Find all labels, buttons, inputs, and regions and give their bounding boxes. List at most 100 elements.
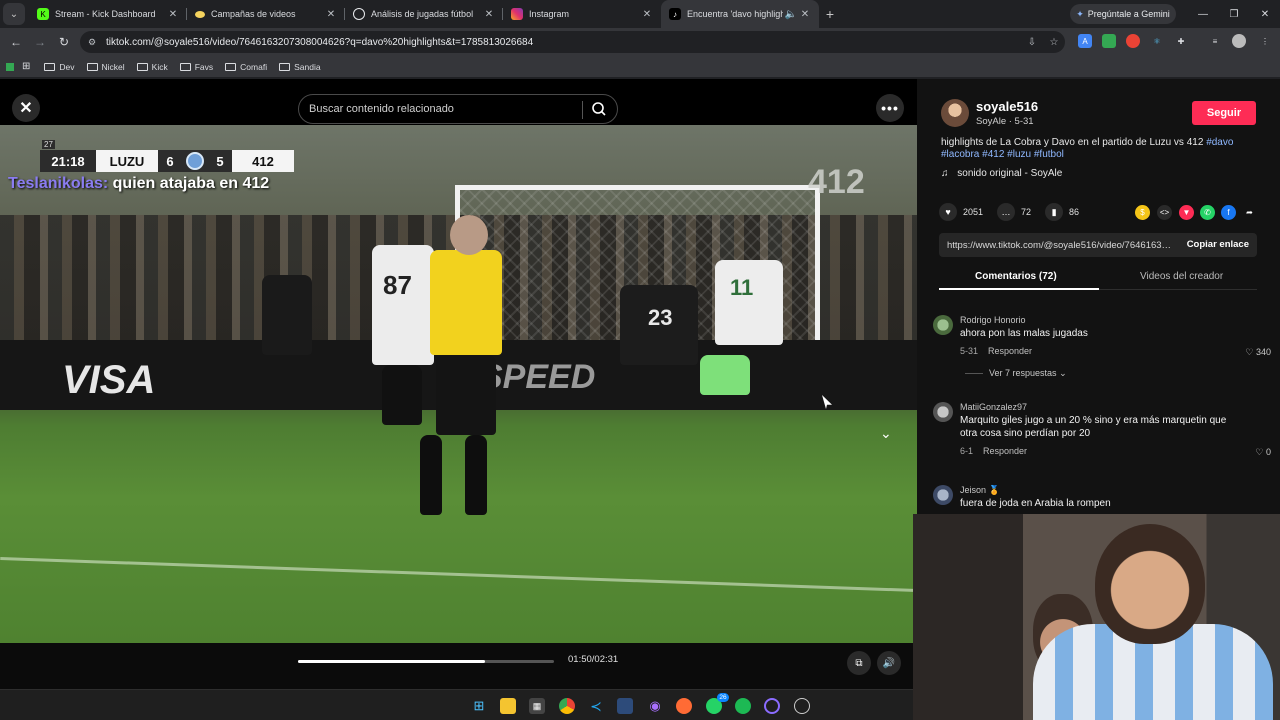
chat-user: Teslanikolas: bbox=[8, 175, 109, 192]
extension-icon[interactable] bbox=[1126, 34, 1140, 48]
progress-bar[interactable] bbox=[298, 660, 554, 663]
comment-username[interactable]: MatiiGonzalez97 bbox=[960, 402, 1027, 412]
related-search-input[interactable]: Buscar contenido relacionado bbox=[298, 94, 618, 124]
more-options-button[interactable]: ••• bbox=[876, 94, 904, 122]
translate-icon[interactable]: A bbox=[1078, 34, 1092, 48]
chevron-down-icon[interactable]: ⌄ bbox=[880, 425, 900, 445]
windows-start-icon[interactable]: ⊞ bbox=[471, 698, 487, 714]
store-icon[interactable]: ▦ bbox=[529, 698, 545, 714]
whatsapp-icon[interactable]: ✆ bbox=[1200, 205, 1215, 220]
github-icon[interactable]: ◉ bbox=[647, 698, 663, 714]
app-icon[interactable] bbox=[6, 62, 14, 71]
vscode-icon[interactable]: ≺ bbox=[588, 698, 604, 714]
profile-avatar[interactable] bbox=[1232, 34, 1246, 48]
hashtag-link[interactable]: #luzu bbox=[1007, 149, 1031, 160]
creator-avatar[interactable] bbox=[941, 99, 969, 127]
embed-icon[interactable]: <> bbox=[1157, 205, 1172, 220]
tab-kick[interactable]: K Stream - Kick Dashboard ✕ bbox=[29, 0, 187, 28]
tab-analisis[interactable]: Análisis de jugadas fútbol ✕ bbox=[345, 0, 503, 28]
new-tab-button[interactable]: + bbox=[819, 6, 841, 22]
bookmark-folder[interactable]: Sandia bbox=[279, 61, 321, 72]
file-explorer-icon[interactable] bbox=[500, 698, 516, 714]
app-icon[interactable] bbox=[617, 698, 633, 714]
reading-list-icon[interactable]: ≡ bbox=[1208, 34, 1222, 48]
window-close-button[interactable]: ✕ bbox=[1250, 0, 1280, 28]
back-icon[interactable]: ← bbox=[4, 35, 28, 49]
coin-icon[interactable]: $ bbox=[1135, 205, 1150, 220]
tab-search-button[interactable]: ⌄ bbox=[3, 3, 25, 25]
hashtag-link[interactable]: #412 bbox=[982, 149, 1004, 160]
miniplayer-button[interactable]: ⧉ bbox=[847, 651, 871, 675]
comment-username[interactable]: Rodrigo Honorio bbox=[960, 315, 1026, 325]
copy-link-button[interactable]: Copiar enlace bbox=[1187, 239, 1249, 250]
gemini-button[interactable]: ✦ Pregúntale a Gemini bbox=[1070, 4, 1176, 24]
hashtag-link[interactable]: #lacobra bbox=[941, 149, 979, 160]
comment-avatar[interactable] bbox=[933, 402, 953, 422]
spotify-icon[interactable] bbox=[735, 698, 751, 714]
video-frame[interactable]: VISA SPEED 87 23 11 27 21:18 LUZU 6 5 41… bbox=[0, 125, 917, 643]
speaker-icon[interactable]: 🔈 bbox=[783, 9, 799, 20]
tab-campanas[interactable]: Campañas de videos ✕ bbox=[187, 0, 345, 28]
bookmark-folder[interactable]: Dev bbox=[44, 61, 75, 72]
reply-button[interactable]: Responder bbox=[988, 346, 1032, 356]
tab-comments[interactable]: Comentarios (72) bbox=[975, 271, 1057, 282]
bookmark-folder[interactable]: Kick bbox=[136, 62, 168, 72]
comment-avatar[interactable] bbox=[933, 315, 953, 335]
sound-link[interactable]: ♫ sonido original - SoyAle bbox=[941, 168, 1062, 179]
taskbar: ⊞ ▦ ≺ ◉ 26 bbox=[0, 689, 913, 720]
bookmark-folder[interactable]: Nickel bbox=[86, 62, 125, 72]
reload-icon[interactable]: ↻ bbox=[52, 35, 76, 49]
install-icon[interactable]: ⇩ bbox=[1021, 37, 1043, 48]
bookmark-label: Sandia bbox=[294, 61, 321, 72]
hashtag-link[interactable]: #futbol bbox=[1034, 149, 1064, 160]
send-icon[interactable]: ▼ bbox=[1179, 205, 1194, 220]
search-icon[interactable] bbox=[591, 101, 607, 117]
site-info-icon[interactable]: ⚙ bbox=[88, 37, 102, 48]
video-player[interactable]: ✕ Buscar contenido relacionado ••• VISA … bbox=[0, 79, 917, 689]
tab-instagram[interactable]: Instagram ✕ bbox=[503, 0, 661, 28]
obs-icon[interactable] bbox=[794, 698, 810, 714]
close-tab-icon[interactable]: ✕ bbox=[641, 9, 653, 20]
follow-button[interactable]: Seguir bbox=[1192, 101, 1256, 125]
close-tab-icon[interactable]: ✕ bbox=[325, 9, 337, 20]
view-replies-button[interactable]: Ver 7 respuestas ⌄ bbox=[965, 368, 1067, 379]
maximize-button[interactable]: ❐ bbox=[1219, 0, 1249, 28]
apps-grid-icon[interactable]: ⊞ bbox=[22, 61, 30, 72]
bookmark-star-icon[interactable]: ☆ bbox=[1043, 37, 1065, 48]
volume-button[interactable]: 🔊 bbox=[877, 651, 901, 675]
extension-icon[interactable] bbox=[1102, 34, 1116, 48]
reply-button[interactable]: Responder bbox=[983, 446, 1027, 456]
video-link[interactable]: https://www.tiktok.com/@soyale516/video/… bbox=[947, 240, 1175, 251]
forward-icon[interactable]: → bbox=[28, 35, 52, 49]
comment-username[interactable]: Jeison 🏅 bbox=[960, 485, 1000, 496]
minimize-button[interactable]: — bbox=[1188, 0, 1218, 28]
comment-like[interactable]: ♡ 0 bbox=[1255, 447, 1271, 458]
react-icon[interactable]: ⚛ bbox=[1150, 34, 1164, 48]
comment-avatar[interactable] bbox=[933, 485, 953, 505]
bookmark-folder[interactable]: Comafi bbox=[225, 62, 267, 72]
save-button[interactable]: ▮ 86 bbox=[1045, 203, 1079, 221]
menu-kebab-icon[interactable]: ⋮ bbox=[1258, 34, 1272, 48]
like-button[interactable]: ♥ 2051 bbox=[939, 203, 983, 221]
bookmark-folder[interactable]: Favs bbox=[179, 62, 213, 72]
close-tab-icon[interactable]: ✕ bbox=[483, 9, 495, 20]
close-video-button[interactable]: ✕ bbox=[12, 94, 40, 122]
close-tab-icon[interactable]: ✕ bbox=[167, 9, 179, 20]
postman-icon[interactable] bbox=[676, 698, 692, 714]
address-bar[interactable]: ⚙ tiktok.com/@soyale516/video/7646163207… bbox=[80, 31, 1065, 53]
close-tab-icon[interactable]: ✕ bbox=[799, 9, 811, 20]
bookmark-label: Dev bbox=[59, 61, 75, 72]
hashtag-link[interactable]: #davo bbox=[1206, 137, 1233, 148]
comment-like[interactable]: ♡ 340 bbox=[1245, 347, 1271, 358]
chrome-icon[interactable] bbox=[559, 698, 575, 714]
whatsapp-icon[interactable]: 26 bbox=[706, 693, 729, 714]
url-text[interactable]: tiktok.com/@soyale516/video/764616320730… bbox=[102, 37, 1021, 48]
facebook-icon[interactable]: f bbox=[1221, 205, 1236, 220]
tab-tiktok[interactable]: ♪ Encuentra 'davo highlights' 🔈 ✕ bbox=[661, 0, 819, 28]
tab-creator-videos[interactable]: Videos del creador bbox=[1140, 271, 1223, 282]
share-arrow-icon[interactable]: ➦ bbox=[1242, 205, 1257, 220]
creator-username[interactable]: soyale516 bbox=[976, 99, 1038, 114]
puzzle-icon[interactable]: ✚ bbox=[1174, 34, 1188, 48]
app-icon[interactable] bbox=[764, 698, 780, 714]
comment-button[interactable]: … 72 bbox=[997, 203, 1031, 221]
